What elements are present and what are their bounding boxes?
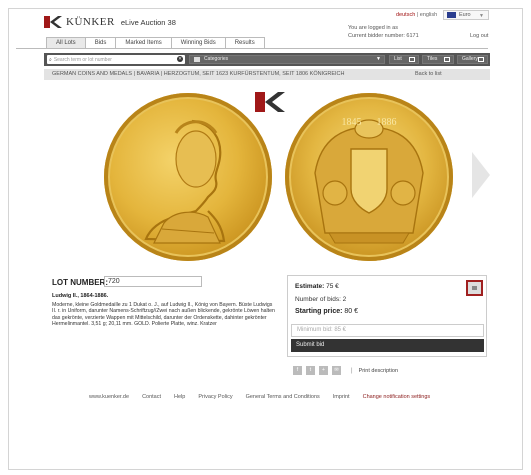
breadcrumb: GERMAN COINS AND MEDALS | BAVARIA | HERZ… <box>44 69 490 80</box>
main-tabs: All Lots Bids Marked Items Winning Bids … <box>46 37 265 48</box>
starting-price: Starting price: 80 € <box>295 308 358 315</box>
lang-de-link[interactable]: deutsch <box>396 12 415 18</box>
tab-all-lots[interactable]: All Lots <box>46 37 86 48</box>
separator: | <box>351 367 353 374</box>
tab-bids[interactable]: Bids <box>84 37 117 48</box>
tab-results[interactable]: Results <box>224 37 265 48</box>
min-bid-input[interactable]: Minimum bid: 85 € <box>291 324 484 337</box>
auction-title: eLive Auction 38 <box>120 17 176 27</box>
login-info: You are logged in as Current bidder numb… <box>348 24 419 40</box>
footer-link-contact[interactable]: Contact <box>142 394 161 400</box>
lot-title: Ludwig II., 1864-1886. <box>52 293 109 299</box>
submit-bid-button[interactable]: Submit bid <box>291 339 484 352</box>
view-gallery-button[interactable]: Gallery <box>457 55 488 64</box>
lot-number-field[interactable]: 720 <box>104 276 202 287</box>
print-description-link[interactable]: Print description <box>359 368 398 374</box>
footer-link-website[interactable]: www.kuenker.de <box>89 394 129 400</box>
watchlist-button[interactable] <box>466 280 483 296</box>
starting-label: Starting price: <box>295 308 343 315</box>
logout-link[interactable]: Log out <box>470 33 488 39</box>
footer-link-privacy[interactable]: Privacy Policy <box>198 394 232 400</box>
clear-icon[interactable]: ✕ <box>177 56 183 62</box>
view-tiles-label: Tiles <box>427 56 438 62</box>
footer: www.kuenker.de Contact Help Privacy Poli… <box>89 394 443 400</box>
chevron-down-icon: ▼ <box>479 13 484 19</box>
search-icon: ⌕ <box>49 56 52 63</box>
brand-name: KÜNKER <box>66 16 115 28</box>
portrait-relief <box>144 119 226 244</box>
coin-years: 1845 1886 <box>341 117 397 128</box>
bookmark-icon <box>472 286 477 290</box>
lot-description: Moderne, kleine Goldmedaille zu 1 Dukat … <box>52 302 275 327</box>
list-icon <box>409 57 415 62</box>
tab-winning-bids[interactable]: Winning Bids <box>170 37 226 48</box>
gallery-icon <box>478 57 484 62</box>
category-icon <box>194 57 200 62</box>
currency-select[interactable]: Euro ▼ <box>443 10 489 20</box>
bidder-number: Current bidder number: 6171 <box>348 33 419 39</box>
estimate-value: 75 € <box>326 283 339 290</box>
logged-in-text: You are logged in as <box>348 25 398 31</box>
view-list-button[interactable]: List <box>389 55 419 64</box>
back-to-list-link[interactable]: Back to list <box>415 69 442 80</box>
tiles-icon <box>444 57 450 62</box>
chevron-down-icon: ▼ <box>376 56 381 62</box>
email-icon[interactable]: ✉ <box>332 366 341 375</box>
view-tiles-button[interactable]: Tiles <box>422 55 454 64</box>
kuenker-logo-icon <box>44 16 62 28</box>
lang-en-link[interactable]: english <box>420 12 437 18</box>
footer-link-help[interactable]: Help <box>174 394 185 400</box>
categories-label: Categories <box>204 56 229 62</box>
estimate-label: Estimate: <box>295 283 325 290</box>
categories-select[interactable]: Categories ▼ <box>189 55 385 64</box>
brand-logo[interactable]: KÜNKER eLive Auction 38 <box>44 16 176 28</box>
footer-link-terms[interactable]: General Terms and Conditions <box>246 394 320 400</box>
view-list-label: List <box>394 56 402 62</box>
lot-number-label: LOT NUMBER: <box>52 278 108 287</box>
facebook-icon[interactable]: f <box>293 366 302 375</box>
footer-link-imprint[interactable]: Imprint <box>333 394 350 400</box>
bids-count: Number of bids: 2 <box>295 296 347 303</box>
twitter-icon[interactable]: t <box>306 366 315 375</box>
breadcrumb-path[interactable]: GERMAN COINS AND MEDALS | BAVARIA | HERZ… <box>52 71 344 77</box>
footer-link-notifications[interactable]: Change notification settings <box>363 394 431 400</box>
language-switch: deutsch | english <box>396 12 437 18</box>
lang-separator: | <box>416 12 419 18</box>
toolbar: ⌕ Search term or lot number ✕ Categories… <box>44 53 490 66</box>
share-bar: f t + ✉ | Print description <box>293 366 398 375</box>
search-input[interactable]: ⌕ Search term or lot number ✕ <box>47 55 185 64</box>
view-gallery-label: Gallery <box>462 56 478 62</box>
flag-icon <box>447 12 456 18</box>
tab-marked-items[interactable]: Marked Items <box>115 37 172 48</box>
estimate: Estimate: 75 € <box>295 283 339 290</box>
coin-reverse-image[interactable]: 1845 1886 <box>285 93 453 261</box>
divider <box>16 48 488 49</box>
google-plus-icon[interactable]: + <box>319 366 328 375</box>
search-placeholder: Search term or lot number <box>53 56 112 63</box>
next-lot-arrow-icon[interactable] <box>472 152 490 200</box>
starting-value: 80 € <box>344 308 359 315</box>
bid-panel: Estimate: 75 € Number of bids: 2 Startin… <box>287 275 487 357</box>
coin-obverse-image[interactable] <box>104 93 272 261</box>
currency-value: Euro <box>459 12 471 18</box>
